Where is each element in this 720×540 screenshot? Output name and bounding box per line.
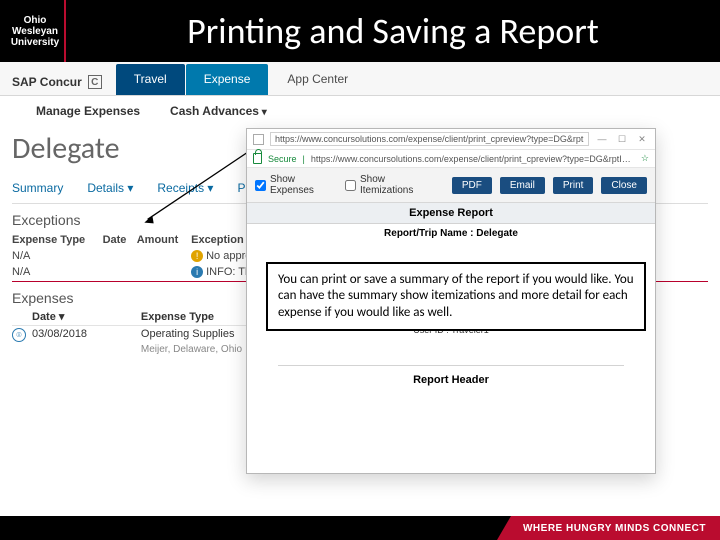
cell-date: 03/08/2018 — [32, 326, 141, 343]
concur-logo-icon: C — [88, 75, 102, 89]
maximize-button[interactable]: ☐ — [615, 134, 629, 145]
warning-icon: ! — [191, 250, 203, 262]
popup-titlebar: — ☐ ✕ — [247, 129, 655, 150]
action-receipts[interactable]: Receipts — [157, 181, 213, 195]
email-button[interactable]: Email — [500, 177, 545, 194]
secure-label: Secure — [268, 154, 297, 164]
report-banner: Expense Report — [247, 203, 655, 224]
favicon-icon — [253, 134, 264, 145]
checkbox-show-itemizations[interactable]: Show Itemizations — [345, 174, 436, 196]
concur-top-nav: SAP Concur C Travel Expense App Center — [0, 62, 720, 96]
minimize-button[interactable]: — — [595, 134, 609, 144]
submenu-cash-advances[interactable]: Cash Advances — [170, 104, 267, 118]
close-window-button[interactable]: ✕ — [635, 134, 649, 145]
security-bar: Secure | https://www.concursolutions.com… — [247, 150, 655, 168]
star-icon[interactable]: ☆ — [641, 153, 649, 164]
show-itemizations-checkbox[interactable] — [345, 180, 356, 191]
slide-title: Printing and Saving a Report — [66, 9, 720, 53]
receipt-icon[interactable]: ⌾ — [12, 328, 26, 342]
tab-appcenter[interactable]: App Center — [269, 64, 366, 95]
expense-submenu: Manage Expenses Cash Advances — [0, 96, 720, 126]
secure-url: https://www.concursolutions.com/expense/… — [311, 154, 635, 164]
university-line1: Ohio — [24, 15, 47, 26]
tab-travel[interactable]: Travel — [116, 64, 185, 95]
report-name: Report/Trip Name : Delegate — [247, 224, 655, 241]
brand-label: SAP Concur — [12, 75, 82, 89]
pdf-button[interactable]: PDF — [452, 177, 492, 194]
close-button[interactable]: Close — [601, 177, 647, 194]
col-date[interactable]: Date — [32, 308, 141, 326]
report-page: Delegate Summary Details Receipts Print … — [0, 126, 720, 516]
instruction-callout: You can print or save a summary of the r… — [266, 262, 646, 331]
popup-body: Expense Report Report/Trip Name : Delega… — [247, 203, 655, 473]
slide-ribbon: Ohio Wesleyan University Printing and Sa… — [0, 0, 720, 62]
cell-type: N/A — [12, 248, 103, 264]
action-summary[interactable]: Summary — [12, 181, 63, 195]
lock-icon — [253, 153, 262, 164]
university-line2: Wesleyan — [12, 26, 58, 37]
concur-brand[interactable]: SAP Concur C — [12, 69, 116, 95]
show-expenses-checkbox[interactable] — [255, 180, 266, 191]
university-line3: University — [11, 37, 59, 48]
tab-expense[interactable]: Expense — [186, 64, 269, 95]
print-button[interactable]: Print — [553, 177, 594, 194]
university-logo: Ohio Wesleyan University — [0, 0, 66, 62]
checkbox-show-expenses[interactable]: Show Expenses — [255, 174, 337, 196]
popup-toolbar: Show Expenses Show Itemizations PDF Emai… — [247, 168, 655, 203]
address-bar[interactable] — [270, 132, 589, 146]
col-expense-type: Expense Type — [12, 232, 103, 248]
submenu-manage-expenses[interactable]: Manage Expenses — [36, 104, 140, 118]
slide-footer: WHERE HUNGRY MINDS CONNECT — [0, 516, 720, 540]
cell-type: N/A — [12, 264, 103, 280]
col-date: Date — [103, 232, 137, 248]
info-icon: i — [191, 266, 203, 278]
action-details[interactable]: Details — [87, 181, 133, 195]
report-header-label: Report Header — [278, 365, 625, 386]
footer-tagline: WHERE HUNGRY MINDS CONNECT — [497, 516, 720, 540]
col-amount: Amount — [137, 232, 191, 248]
